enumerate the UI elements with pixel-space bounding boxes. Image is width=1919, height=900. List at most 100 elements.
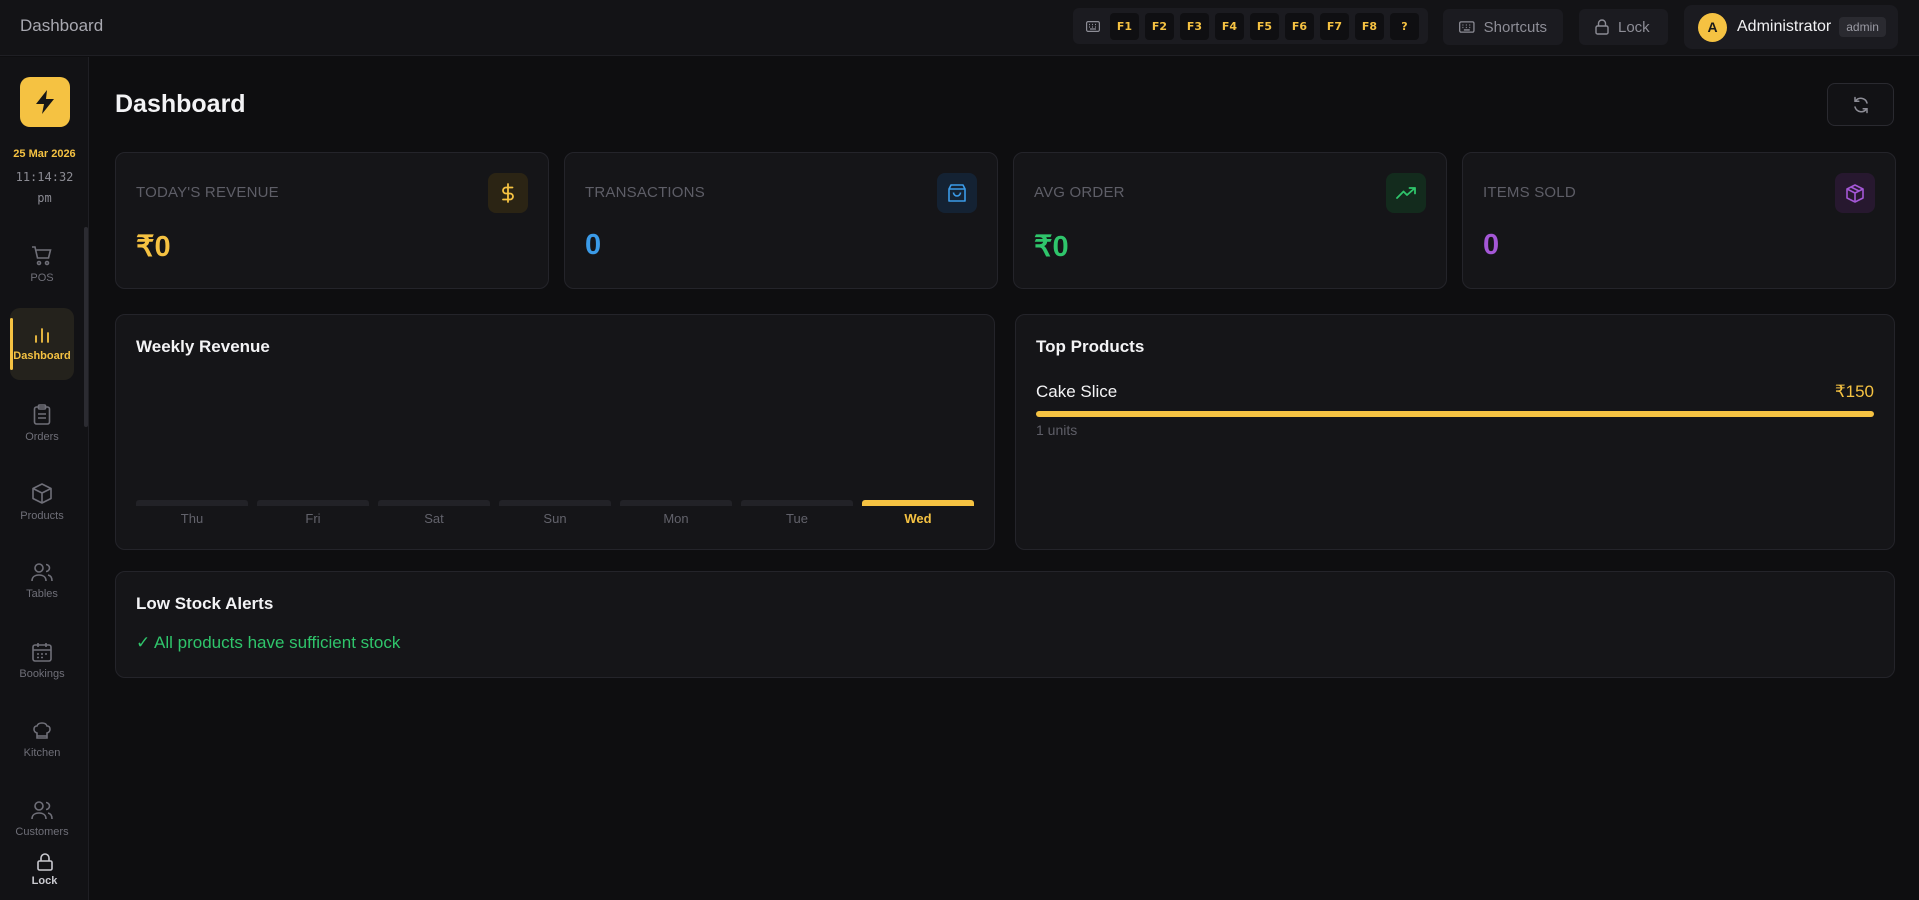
revenue-bar-today xyxy=(862,500,974,506)
day-label: Thu xyxy=(180,511,204,526)
stat-card-avg-order: AVG ORDER ₹0 xyxy=(1013,152,1447,289)
lightning-icon xyxy=(36,90,54,114)
panel-title: Weekly Revenue xyxy=(136,337,270,356)
stat-card-transactions: TRANSACTIONS 0 xyxy=(564,152,998,289)
day-label: Mon xyxy=(663,511,689,526)
revenue-bar xyxy=(136,500,248,506)
panel-title: Top Products xyxy=(1036,337,1145,356)
calendar-icon xyxy=(32,643,52,662)
fkey-f3[interactable]: F3 xyxy=(1180,12,1209,40)
stat-label: TRANSACTIONS xyxy=(585,184,705,201)
shortcuts-label: Shortcuts xyxy=(1483,18,1547,36)
clock-time: 11:14:32 xyxy=(15,170,74,184)
sidebar-item-bookings[interactable]: Bookings xyxy=(10,625,74,697)
low-stock-panel: Low Stock Alerts xyxy=(115,571,1895,678)
product-revenue: ₹150 xyxy=(1834,382,1874,401)
fkey-f5[interactable]: F5 xyxy=(1250,12,1279,40)
sidebar-item-label: Dashboard xyxy=(13,350,71,362)
chef-hat-icon xyxy=(33,722,51,739)
sidebar-date: 25 Mar 2026 xyxy=(13,148,76,160)
user-name: Administrator xyxy=(1737,18,1832,35)
refresh-icon xyxy=(1853,96,1868,113)
role-badge: admin xyxy=(1839,17,1886,37)
revenue-bar xyxy=(741,500,853,506)
topbar-title: Dashboard xyxy=(20,16,104,35)
clipboard-icon xyxy=(33,403,51,425)
sidebar-item-label: Bookings xyxy=(19,668,65,680)
sidebar-clock: 11:14:32 pm xyxy=(0,167,89,209)
top-products-panel: Top Products xyxy=(1015,314,1895,550)
day-label: Tue xyxy=(786,511,808,526)
fkey-f4[interactable]: F4 xyxy=(1215,12,1244,40)
avatar: A xyxy=(1698,12,1727,42)
fkey-f2[interactable]: F2 xyxy=(1145,12,1174,40)
clock-ampm: pm xyxy=(37,191,52,205)
product-share-bar xyxy=(1036,411,1874,417)
revenue-bar xyxy=(499,500,611,506)
product-name: Cake Slice xyxy=(1036,382,1118,401)
stock-status-message: ✓ All products have sufficient stock xyxy=(136,633,401,652)
stat-label: ITEMS SOLD xyxy=(1483,184,1576,201)
stat-value: 0 xyxy=(1483,229,1500,261)
stat-card-items-sold: ITEMS SOLD 0 xyxy=(1462,152,1896,289)
stat-value: 0 xyxy=(585,229,602,261)
sidebar-item-label: Products xyxy=(20,509,64,522)
revenue-bar xyxy=(257,500,369,506)
sidebar-item-tables[interactable]: Tables xyxy=(10,545,74,617)
bar-chart-icon xyxy=(35,328,49,343)
top-bar: Dashboard F1 F2 F3 F4 F5 F6 F7 F8 ? Shor… xyxy=(0,0,1919,56)
product-units: 1 units xyxy=(1036,422,1078,438)
sidebar-item-pos[interactable]: POS xyxy=(10,229,74,301)
product-share-fill xyxy=(1036,411,1874,417)
sidebar-item-customers[interactable]: Customers xyxy=(10,783,74,855)
lock-button[interactable]: Lock xyxy=(1579,9,1668,45)
sidebar-item-kitchen[interactable]: Kitchen xyxy=(10,704,74,776)
lock-label: Lock xyxy=(1618,18,1650,36)
sidebar-lock-button[interactable]: Lock xyxy=(0,853,89,887)
user-menu[interactable]: A Administrator admin xyxy=(1684,5,1898,49)
keyboard-icon xyxy=(1082,12,1104,40)
sidebar-item-label: Tables xyxy=(26,588,58,600)
sidebar-scrollbar[interactable] xyxy=(84,227,88,427)
day-label: Sat xyxy=(424,511,444,526)
refresh-button[interactable] xyxy=(1827,83,1894,126)
trending-up-icon xyxy=(1386,173,1426,213)
box-icon xyxy=(32,482,52,504)
sidebar-item-orders[interactable]: Orders xyxy=(10,387,74,459)
stat-label: AVG ORDER xyxy=(1034,184,1125,201)
function-key-bar: F1 F2 F3 F4 F5 F6 F7 F8 ? xyxy=(1073,8,1428,44)
cart-icon xyxy=(32,246,52,266)
users-icon xyxy=(31,563,53,582)
sidebar-item-products[interactable]: Products xyxy=(10,466,74,538)
page-title: Dashboard xyxy=(115,90,246,118)
stat-label: TODAY'S REVENUE xyxy=(136,184,279,201)
day-label-today: Wed xyxy=(904,511,932,526)
shortcuts-button[interactable]: Shortcuts xyxy=(1443,9,1563,45)
fkey-help[interactable]: ? xyxy=(1390,12,1419,40)
shopping-bag-icon xyxy=(937,173,977,213)
stat-card-revenue: TODAY'S REVENUE ₹0 xyxy=(115,152,549,289)
sidebar-lock-label: Lock xyxy=(31,875,58,887)
lock-icon xyxy=(36,853,53,871)
revenue-bar xyxy=(378,500,490,506)
day-label: Fri xyxy=(305,511,321,526)
fkey-f8[interactable]: F8 xyxy=(1355,12,1384,40)
app-logo[interactable] xyxy=(20,77,70,127)
sidebar-item-label: Orders xyxy=(25,430,59,443)
sidebar-item-label: Customers xyxy=(15,826,69,838)
stat-value: ₹0 xyxy=(1034,231,1069,263)
day-label: Sun xyxy=(543,511,567,526)
fkey-f6[interactable]: F6 xyxy=(1285,12,1314,40)
sidebar-item-label: Kitchen xyxy=(23,747,61,759)
sidebar: 25 Mar 2026 11:14:32 pm POS Dashboard Or… xyxy=(0,57,89,900)
sidebar-item-dashboard[interactable]: Dashboard xyxy=(10,308,74,380)
fkey-f7[interactable]: F7 xyxy=(1320,12,1349,40)
package-icon xyxy=(1835,173,1875,213)
dollar-icon xyxy=(488,173,528,213)
sidebar-item-label: POS xyxy=(30,272,54,284)
stat-value: ₹0 xyxy=(136,231,171,263)
lock-icon xyxy=(1595,19,1609,35)
panel-title: Low Stock Alerts xyxy=(136,594,274,613)
keyboard-icon xyxy=(1459,21,1475,33)
fkey-f1[interactable]: F1 xyxy=(1110,12,1139,40)
